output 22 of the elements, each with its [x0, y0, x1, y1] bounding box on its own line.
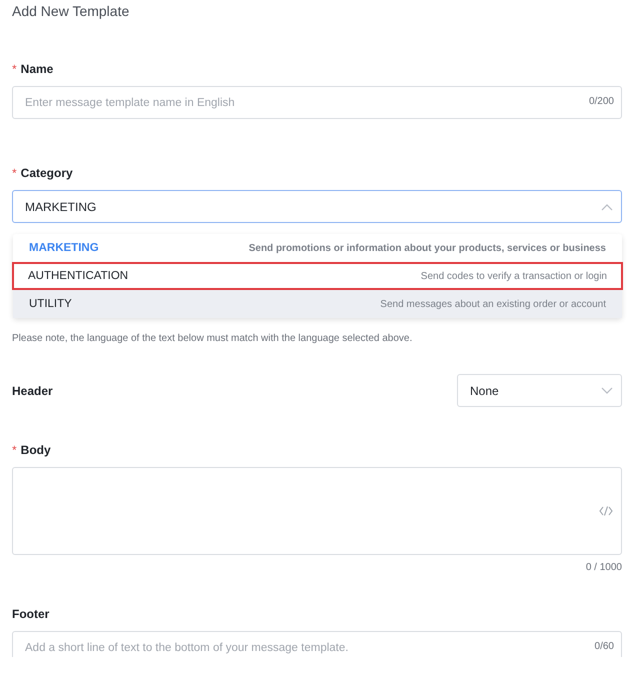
field-label: Header [12, 384, 53, 398]
header-select[interactable]: None [457, 374, 622, 407]
hint-text: Please note, the language of the text below must match with the language selected above. [12, 333, 414, 344]
chevron-icon [601, 386, 613, 394]
character-counter: 0/60 [594, 641, 614, 652]
category-select[interactable]: MARKETING [12, 190, 622, 223]
dropdown-option[interactable]: AUTHENTICATION Send codes to verify a transaction or login [12, 262, 623, 290]
body-field[interactable] [12, 467, 622, 555]
character-counter: 0 / 1000 [584, 562, 622, 573]
character-counter: 0/200 [588, 96, 614, 107]
required-mark: * [12, 166, 17, 180]
required-mark: * [12, 443, 17, 457]
field-label: Body [20, 443, 51, 457]
dropdown-option[interactable]: MARKETING Send promotions or information about your products, services or business [13, 234, 622, 262]
code-icon[interactable] [599, 506, 613, 516]
chevron-icon [601, 202, 613, 210]
page-title: Add New Template [12, 3, 130, 19]
dropdown-option[interactable]: UTILITY Send messages about an existing order or account [13, 290, 622, 318]
field-label: Category [20, 166, 73, 180]
field-label: Footer [12, 607, 50, 621]
required-mark: * [12, 62, 17, 76]
field-label: Name [20, 62, 54, 76]
